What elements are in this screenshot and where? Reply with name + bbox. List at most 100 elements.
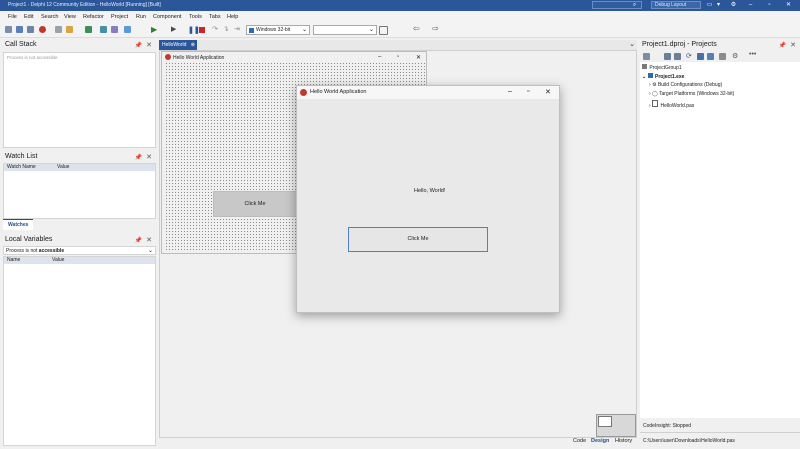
codeinsight-status: CodeInsight: Stopped: [643, 423, 692, 429]
menu-file[interactable]: File: [8, 14, 17, 20]
config-select[interactable]: ⌄: [313, 25, 377, 35]
tab-code[interactable]: Code: [573, 438, 586, 444]
designer-button[interactable]: Click Me: [213, 191, 297, 217]
save-icon[interactable]: [85, 26, 92, 33]
pin-icon[interactable]: 📌: [779, 42, 786, 49]
pin-icon[interactable]: 📌: [135, 154, 142, 161]
trace-into-icon[interactable]: ↴: [223, 25, 229, 33]
windows-icon: [249, 28, 254, 33]
designer-minimap[interactable]: [596, 414, 636, 437]
menu-tools[interactable]: Tools: [189, 14, 202, 20]
hello-world-window[interactable]: Hello World Application – ▫ ✕ Hello, Wor…: [296, 85, 560, 313]
tree-item-label: HelloWorld.pas: [660, 103, 695, 109]
settings-icon[interactable]: ⚙: [730, 2, 737, 8]
save-all-icon[interactable]: [27, 26, 34, 33]
sync-icon[interactable]: [643, 53, 650, 60]
pin-icon[interactable]: 📌: [135, 42, 142, 49]
build-icon[interactable]: [707, 53, 714, 60]
click-me-label: Click Me: [407, 236, 429, 242]
menu-tabs[interactable]: Tabs: [209, 14, 221, 20]
col-value[interactable]: Value: [57, 164, 69, 171]
tab-watches[interactable]: Watches: [3, 219, 34, 230]
app-title-bar[interactable]: Hello World Application – ▫ ✕: [297, 86, 559, 99]
menu-project[interactable]: Project: [111, 14, 128, 20]
delphi-icon: [300, 89, 307, 96]
tree-item[interactable]: › ⚙ Build Configurations (Debug): [649, 82, 722, 88]
chevron-right-icon[interactable]: ›: [649, 82, 651, 88]
minimize-button[interactable]: –: [508, 88, 512, 95]
minimap-viewport[interactable]: [598, 416, 612, 427]
close-icon[interactable]: ✕: [146, 41, 152, 49]
remove-icon[interactable]: [39, 26, 46, 33]
menu-view[interactable]: View: [64, 14, 76, 20]
desktop-icon[interactable]: ▭: [706, 2, 713, 8]
tab-design[interactable]: Design: [591, 438, 609, 444]
platform-select[interactable]: Windows 32-bit ⌄: [246, 25, 310, 35]
form-icon[interactable]: [111, 26, 118, 33]
menu-edit[interactable]: Edit: [24, 14, 33, 20]
view-unit-icon[interactable]: [124, 26, 131, 33]
step-over-icon[interactable]: ↷: [212, 25, 218, 33]
refresh-icon[interactable]: ⟳: [686, 52, 692, 60]
open-folder-icon[interactable]: [66, 26, 73, 33]
layout-combo[interactable]: Debug Layout: [651, 1, 701, 9]
grid-view-icon[interactable]: [664, 53, 671, 60]
close-button[interactable]: ✕: [785, 2, 792, 8]
chevron-down-icon[interactable]: ⌄: [629, 40, 635, 48]
tab-history[interactable]: History: [615, 438, 632, 444]
deploy-icon[interactable]: [379, 26, 388, 35]
run-without-debug-icon[interactable]: ▶: [171, 25, 176, 33]
more-icon[interactable]: •••: [749, 51, 756, 58]
call-stack-message: Process is not accessible: [7, 55, 58, 60]
open-project-icon[interactable]: [16, 26, 23, 33]
stop-icon[interactable]: [199, 27, 205, 33]
pin-icon[interactable]: 📌: [135, 237, 142, 244]
chevron-right-icon[interactable]: ›: [649, 91, 651, 97]
process-label: Process is not accessible: [6, 248, 64, 254]
chevron-down-icon[interactable]: ⌄: [642, 74, 646, 80]
menu-search[interactable]: Search: [41, 14, 58, 20]
close-icon[interactable]: ✕: [790, 41, 796, 49]
menu-component[interactable]: Component: [153, 14, 181, 20]
minimize-button[interactable]: –: [747, 2, 754, 8]
run-icon[interactable]: ▶: [151, 25, 157, 34]
close-icon[interactable]: ✕: [146, 153, 152, 161]
project-tree[interactable]: ProjectGroup1 ⌄ Project1.exe › ⚙ Build C…: [640, 62, 800, 418]
run-to-cursor-icon[interactable]: ⇥: [234, 25, 240, 33]
menu-run[interactable]: Run: [136, 14, 146, 20]
chevron-down-icon[interactable]: ▾: [715, 2, 722, 8]
col-name[interactable]: Name: [7, 257, 20, 264]
tab-helloworld[interactable]: HelloWorld ⊗: [159, 40, 197, 50]
forward-icon[interactable]: ⇨: [432, 24, 439, 33]
tree-item[interactable]: › ◯ Target Platforms (Windows 32-bit): [649, 91, 734, 97]
tree-item[interactable]: › HelloWorld.pas: [649, 100, 694, 109]
settings-icon[interactable]: ⚙: [732, 52, 738, 60]
call-stack-panel[interactable]: Process is not accessible: [3, 52, 156, 148]
close-icon[interactable]: ✕: [146, 236, 152, 244]
col-value[interactable]: Value: [52, 257, 64, 264]
maximize-button[interactable]: ▫: [527, 88, 529, 95]
filter-icon[interactable]: [719, 53, 726, 60]
menu-help[interactable]: Help: [227, 14, 238, 20]
close-button[interactable]: ✕: [545, 88, 551, 96]
list-view-icon[interactable]: [674, 53, 681, 60]
maximize-button[interactable]: ▫: [766, 2, 773, 8]
file-icon: [652, 100, 659, 107]
tree-item[interactable]: ⌄ Project1.exe: [642, 73, 684, 80]
delphi-icon: [165, 54, 171, 60]
tree-item[interactable]: ProjectGroup1: [642, 64, 682, 71]
new-icon[interactable]: [5, 26, 12, 33]
close-icon[interactable]: ⊗: [191, 42, 195, 48]
project-options-icon[interactable]: [100, 26, 107, 33]
local-vars-panel[interactable]: Name Value: [3, 256, 156, 446]
watch-list-panel[interactable]: Watch Name Value: [3, 163, 156, 219]
click-me-button[interactable]: Click Me: [348, 227, 488, 252]
back-icon[interactable]: ⇦: [413, 24, 420, 33]
process-select[interactable]: Process is not accessible ⌄: [3, 246, 156, 255]
menu-refactor[interactable]: Refactor: [83, 14, 104, 20]
file-icon[interactable]: [55, 26, 62, 33]
col-watch-name[interactable]: Watch Name: [7, 164, 36, 171]
copy-icon[interactable]: [697, 53, 704, 60]
chevron-right-icon[interactable]: ›: [649, 103, 651, 109]
pause-icon[interactable]: ❚❚: [188, 26, 200, 34]
